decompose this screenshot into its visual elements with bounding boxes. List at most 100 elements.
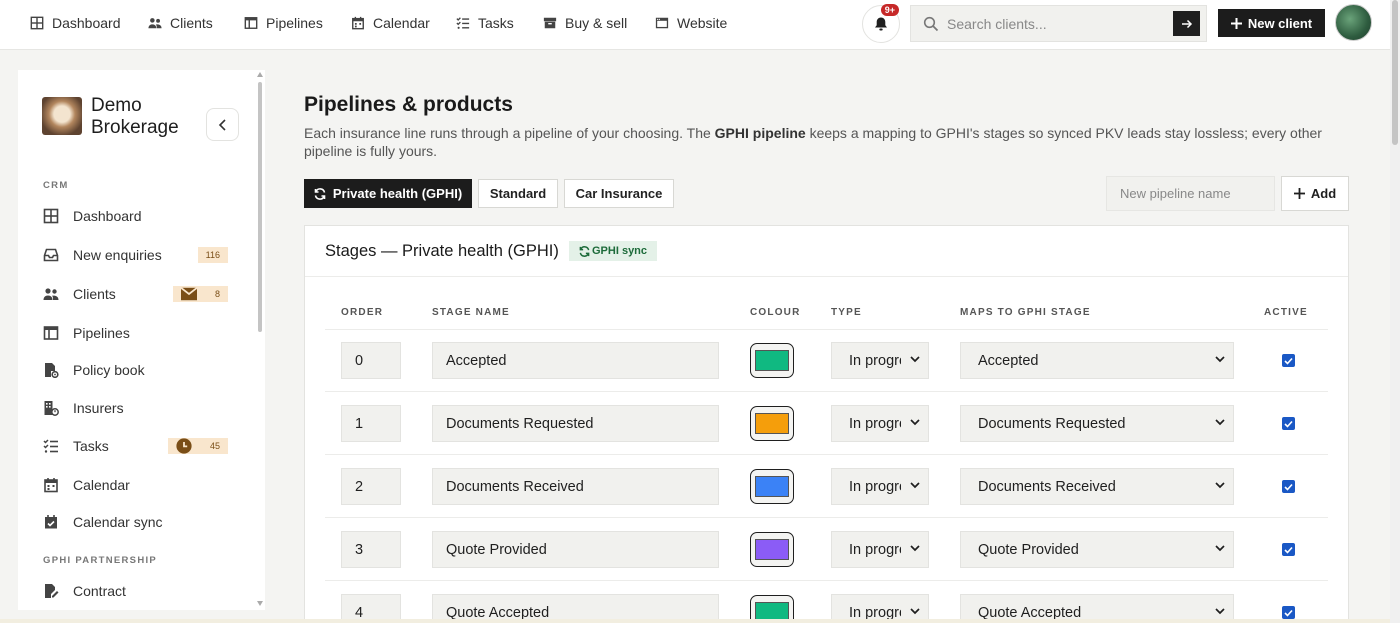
add-pipeline-button[interactable]: Add (1281, 176, 1349, 211)
stage-name-input[interactable]: Documents Received (432, 468, 719, 505)
tab-private-health-gphi[interactable]: Private health (GPHI) (304, 179, 472, 208)
page-scrollbar[interactable] (1390, 0, 1400, 623)
nav-buy-sell[interactable]: Buy & sell (543, 0, 627, 46)
search-submit-button[interactable] (1173, 11, 1200, 36)
gphi-stage-select[interactable]: Accepted (960, 342, 1234, 379)
stage-type-select[interactable]: In progress (831, 405, 929, 442)
stage-active-checkbox[interactable] (1282, 417, 1295, 430)
stage-name-input[interactable]: Documents Requested (432, 405, 719, 442)
stage-order-input[interactable]: 1 (341, 405, 401, 442)
inbox-icon (43, 248, 59, 262)
search-input[interactable]: Search clients... (947, 16, 1173, 32)
chevron-left-icon (218, 118, 226, 131)
stage-active-checkbox[interactable] (1282, 543, 1295, 556)
file-gear-icon (45, 363, 59, 378)
checkmark-icon (1284, 483, 1293, 491)
checkmark-icon (1284, 420, 1293, 428)
sidebar-item-new-enquiries[interactable]: New enquiries 116 (43, 243, 228, 267)
gphi-stage-select[interactable]: Documents Received (960, 468, 1234, 505)
nav-clients[interactable]: Clients (148, 0, 213, 46)
arrow-right-icon (1181, 19, 1192, 28)
sync-icon (579, 245, 590, 257)
sidebar-item-calendar-sync[interactable]: Calendar sync (43, 510, 228, 534)
sidebar-item-pipelines[interactable]: Pipelines (43, 321, 228, 345)
stage-order-input[interactable]: 3 (341, 531, 401, 568)
stage-order-input[interactable]: 2 (341, 468, 401, 505)
chevron-down-icon (910, 545, 920, 552)
sidebar-item-label: New enquiries (73, 247, 162, 263)
column-header-order: ORDER (341, 307, 384, 318)
user-avatar[interactable] (1335, 4, 1372, 41)
sidebar-item-tasks[interactable]: Tasks 45 (43, 434, 228, 458)
sidebar-item-label: Tasks (73, 438, 109, 454)
checkmark-icon (1284, 357, 1293, 365)
nav-dashboard[interactable]: Dashboard (30, 0, 121, 46)
gphi-stage-value: Accepted (978, 352, 1039, 369)
brand-logo (42, 97, 82, 135)
gphi-stage-select[interactable]: Quote Provided (960, 531, 1234, 568)
sidebar-item-dashboard[interactable]: Dashboard (43, 204, 228, 228)
nav-buy-sell-label: Buy & sell (565, 15, 628, 31)
scroll-up-arrow-icon[interactable] (257, 72, 263, 77)
stage-order-input[interactable]: 0 (341, 342, 401, 379)
gphi-sync-badge: GPHI sync (569, 241, 658, 261)
sidebar-item-label: Insurers (73, 400, 124, 416)
gphi-sync-label: GPHI sync (592, 245, 648, 257)
nav-pipelines[interactable]: Pipelines (244, 0, 323, 46)
sidebar-item-label: Calendar (73, 477, 130, 493)
stage-colour-picker[interactable] (750, 532, 794, 567)
calendar-icon (44, 478, 58, 493)
users-icon (43, 288, 59, 300)
stage-type-select[interactable]: In progress (831, 468, 929, 505)
chevron-down-icon (910, 356, 920, 363)
chevron-down-icon (910, 482, 920, 489)
column-header-active: ACTIVE (1264, 307, 1308, 318)
file-signature-icon (45, 584, 59, 598)
bell-icon (875, 17, 887, 31)
stage-active-checkbox[interactable] (1282, 606, 1295, 619)
sidebar-item-insurers[interactable]: Insurers (43, 396, 228, 420)
sidebar-section-crm: CRM (43, 180, 69, 191)
nav-calendar[interactable]: Calendar (351, 0, 430, 46)
tab-car-insurance[interactable]: Car Insurance (564, 179, 674, 208)
stage-type-select[interactable]: In progress (831, 531, 929, 568)
stage-type-select[interactable]: In progress (831, 342, 929, 379)
new-client-button[interactable]: New client (1218, 9, 1325, 37)
sidebar-item-calendar[interactable]: Calendar (43, 473, 228, 497)
scroll-down-arrow-icon[interactable] (257, 601, 263, 606)
search-bar[interactable]: Search clients... (910, 5, 1207, 42)
column-header-type: TYPE (831, 307, 862, 318)
sidebar-scrollbar[interactable] (257, 72, 263, 606)
sidebar-item-policy-book[interactable]: Policy book (43, 358, 228, 382)
checkmark-icon (1284, 609, 1293, 617)
row-divider (325, 517, 1328, 518)
nav-website[interactable]: Website (655, 0, 727, 46)
row-divider (325, 454, 1328, 455)
gphi-stage-select[interactable]: Documents Requested (960, 405, 1234, 442)
chevron-down-icon (1215, 608, 1225, 615)
sync-icon (314, 187, 326, 200)
tab-standard[interactable]: Standard (478, 179, 558, 208)
stage-colour-picker[interactable] (750, 406, 794, 441)
sidebar-item-contract[interactable]: Contract (43, 579, 228, 603)
stage-name-input[interactable]: Quote Provided (432, 531, 719, 568)
sidebar-item-label: Dashboard (73, 208, 142, 224)
collapse-sidebar-button[interactable] (206, 108, 239, 141)
plus-icon (1230, 17, 1242, 29)
tab-label: Car Insurance (575, 186, 663, 201)
sidebar-item-label: Pipelines (73, 325, 130, 341)
stage-active-checkbox[interactable] (1282, 480, 1295, 493)
stage-colour-picker[interactable] (750, 343, 794, 378)
sidebar-item-clients[interactable]: Clients 8 (43, 282, 228, 306)
users-icon (148, 18, 162, 29)
nav-tasks[interactable]: Tasks (456, 0, 514, 46)
new-pipeline-name-input[interactable]: New pipeline name (1106, 176, 1275, 211)
stage-active-checkbox[interactable] (1282, 354, 1295, 367)
stage-name-input[interactable]: Accepted (432, 342, 719, 379)
page-scrollbar-thumb[interactable] (1392, 0, 1398, 145)
sidebar-scrollbar-thumb[interactable] (258, 82, 262, 332)
chevron-down-icon (1215, 545, 1225, 552)
stage-colour-picker[interactable] (750, 469, 794, 504)
tab-label: Standard (489, 186, 547, 201)
notifications-button[interactable]: 9+ (862, 4, 900, 43)
